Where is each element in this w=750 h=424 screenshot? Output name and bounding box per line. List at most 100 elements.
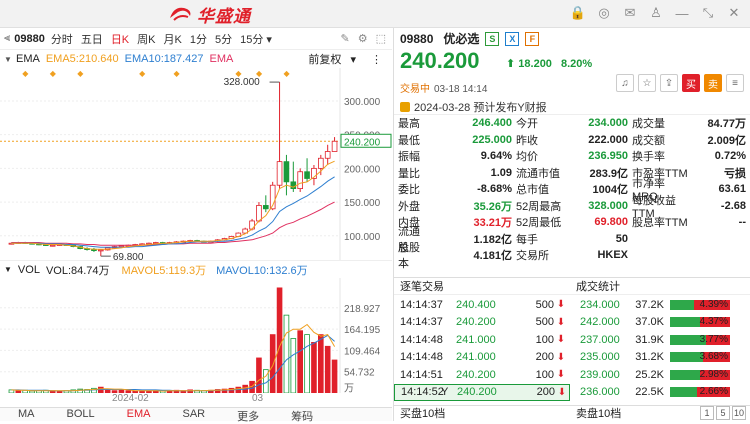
adjust-label: 前复权 — [308, 54, 342, 66]
order-book-header: 买盘10档 卖盘10档 — [394, 405, 750, 421]
indicator-tab-ema[interactable]: EMA — [127, 408, 151, 421]
period-tab-daily[interactable]: 日K — [111, 31, 129, 47]
indicator-tab-more[interactable]: 更多 — [237, 408, 259, 423]
period-tab-monthly[interactable]: 月K — [164, 31, 182, 47]
mavol10-value: MAVOL10:132.6万 — [216, 264, 308, 277]
stat-label: 总股本 — [398, 242, 420, 271]
indicator-tab-chips[interactable]: 筹码 — [291, 408, 313, 423]
ask-title[interactable]: 卖盘10档 — [570, 406, 621, 421]
period-tab-intraday[interactable]: 分时 — [51, 31, 73, 47]
period-tab-1min[interactable]: 1分 — [190, 31, 207, 47]
stat-value: -2.68 — [720, 199, 746, 212]
headset-icon[interactable]: ◎ — [596, 5, 612, 21]
caret-down-icon[interactable]: ▼ — [4, 55, 12, 64]
bid-title[interactable]: 买盘10档 — [394, 406, 570, 421]
depth-1-button[interactable]: 1 — [700, 406, 714, 420]
tick-volume: 500 — [535, 298, 554, 311]
indicator-tab-sar[interactable]: SAR — [182, 408, 205, 421]
tick-price: 240.200 — [457, 386, 497, 399]
adjust-dropdown[interactable]: 前复权 ▾ — [308, 51, 356, 67]
status-text: 交易中 — [400, 84, 430, 95]
deal-ratio-fill — [670, 369, 700, 380]
indicator-tab-ma[interactable]: MA — [18, 408, 35, 421]
x-label-feb: 2024-02 — [112, 393, 149, 404]
indicator-tab-boll[interactable]: BOLL — [67, 408, 95, 421]
vol-value: VOL:84.74万 — [45, 264, 110, 277]
depth-5-button[interactable]: 5 — [716, 406, 730, 420]
volume-bar — [256, 357, 262, 393]
volume-bar — [290, 338, 297, 393]
mail-icon[interactable]: ✉ — [622, 5, 638, 21]
price-chart[interactable]: 300.000250.000200.000150.000100.000240.2… — [0, 68, 392, 260]
stat-value: 35.26万 — [473, 200, 512, 213]
lock-icon[interactable]: 🔒 — [570, 5, 586, 21]
deals-title[interactable]: 成交统计 — [570, 278, 620, 294]
alert-bell-icon[interactable]: ♫ — [616, 74, 634, 92]
deal-ratio-bar: 3.77% — [670, 333, 730, 345]
draw-tool-icon[interactable]: ✎ — [341, 32, 350, 45]
stat-value: HKEX — [597, 249, 628, 262]
candle-body — [256, 205, 262, 222]
stat-label: 52周最高 — [516, 200, 562, 213]
notice-icon — [400, 102, 410, 112]
quote-stats-row: 委比 -8.68% 总市值 1004亿 市净率MRQ 63.61 — [394, 178, 750, 203]
more-menu-icon[interactable]: ≡ — [726, 74, 744, 92]
volume-bar — [269, 334, 276, 393]
expand-icon[interactable]: ⬚ — [376, 32, 386, 45]
stat-value: 69.800 — [594, 216, 628, 229]
candle-body — [49, 244, 56, 247]
tick-time: 14:14:51 — [400, 368, 443, 381]
period-tab-5day[interactable]: 五日 — [81, 31, 103, 47]
deal-ratio-bar: 3.68% — [670, 351, 730, 363]
period-tab-weekly[interactable]: 周K — [137, 31, 155, 47]
shirt-icon[interactable]: ♙ — [648, 5, 664, 21]
sell-button[interactable]: 卖 — [704, 74, 722, 92]
event-marker-icon: ◆ — [22, 69, 29, 78]
deal-percent: 3.77% — [699, 333, 728, 345]
deal-row: 242.000 37.0K 4.37% — [572, 314, 750, 332]
ema-slow-line — [11, 201, 335, 246]
minimize-icon[interactable]: — — [674, 5, 690, 21]
stat-label: 最低 — [398, 134, 420, 147]
buy-button[interactable]: 买 — [682, 74, 700, 92]
deal-ratio-fill — [670, 387, 697, 398]
volume-axis-label: 164.195 — [344, 325, 381, 336]
tick-volume: 500 — [535, 316, 554, 329]
stat-value: 234.000 — [588, 117, 628, 130]
earnings-notice[interactable]: 2024-03-28 预计发布Y财报 — [400, 99, 547, 115]
close-icon[interactable]: ✕ — [726, 5, 742, 21]
change-percent: 8.20% — [561, 58, 593, 70]
down-arrow-icon: ⬇ — [556, 299, 566, 311]
high-annotation: 328.000 — [224, 77, 261, 88]
settings-icon[interactable]: ⚙ — [358, 32, 368, 45]
ticks-title[interactable]: 逐笔交易 — [394, 278, 570, 294]
stat-label: 52周最低 — [516, 217, 562, 230]
badge-f[interactable]: F — [525, 31, 540, 46]
more-icon[interactable]: ⋮ — [371, 53, 382, 66]
volume-legend: ▼ VOL VOL:84.74万 MAVOL5:119.3万 MAVOL10:1… — [0, 260, 392, 278]
period-dropdown[interactable]: 15分 ▾ — [240, 31, 272, 47]
period-tab-5min[interactable]: 5分 — [215, 31, 232, 47]
caret-down-icon[interactable]: ▼ — [4, 265, 12, 274]
quote-stats-row: 内盘 33.21万 52周最低 69.800 股息率TTM -- — [394, 214, 750, 231]
volume-bar — [276, 287, 283, 393]
stat-label: 股息率TTM — [632, 217, 688, 230]
tick-volume: 100 — [535, 333, 554, 346]
price-change: ⬆ 18.200 8.20% — [506, 57, 592, 70]
restore-icon[interactable]: ⤡ — [700, 5, 716, 21]
quote-stats-table: 最高 246.400 今开 234.000 成交量 84.77万 最低 225.000 昨收 22… — [394, 114, 750, 270]
badge-x[interactable]: X — [505, 31, 520, 46]
volume-chart[interactable]: 218.927 164.195 109.464 54.732 万 — [0, 278, 392, 393]
share-icon[interactable]: ⇪ — [660, 74, 678, 92]
notice-text: 2024-03-28 预计发布Y财报 — [414, 102, 547, 114]
deal-percent: 3.68% — [699, 351, 728, 363]
sidebar-toggle-icon[interactable]: ⫷ — [4, 32, 10, 45]
favorite-icon[interactable]: ☆ — [638, 74, 656, 92]
tick-time: 14:14:48 — [400, 333, 443, 346]
depth-10-button[interactable]: 10 — [732, 406, 746, 420]
stock-name: 优必选 — [443, 32, 480, 46]
deal-percent: 4.39% — [699, 298, 728, 310]
badge-s[interactable]: S — [485, 31, 500, 46]
tick-volume: 200 — [535, 351, 554, 364]
deal-ratio-bar: 4.39% — [670, 298, 730, 310]
